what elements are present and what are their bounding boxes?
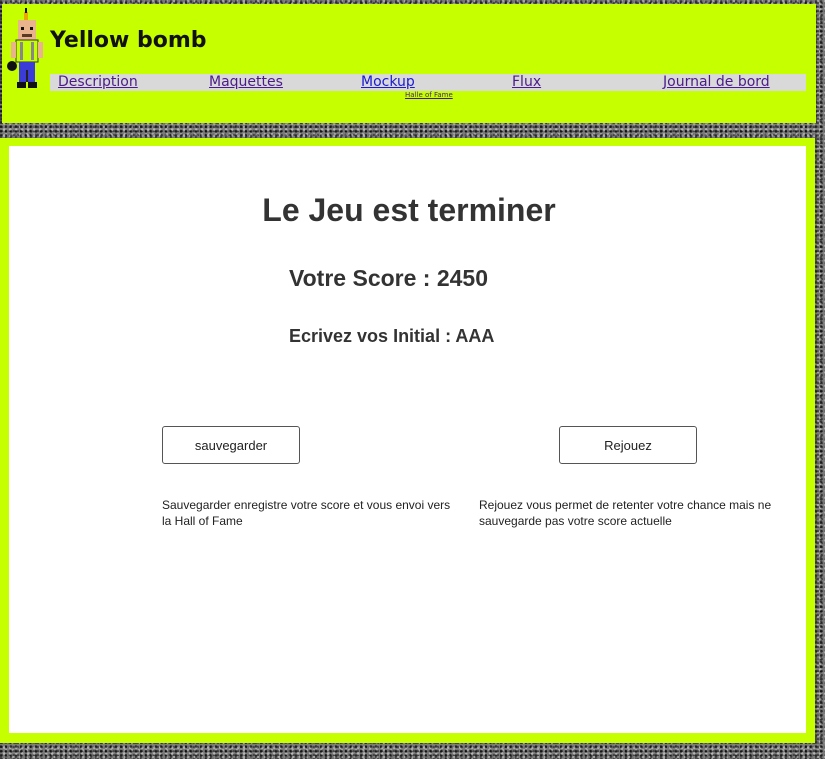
nav-link-flux[interactable]: Flux xyxy=(512,74,541,91)
site-title: Yellow bomb xyxy=(50,28,207,53)
game-over-content: Le Jeu est terminer Votre Score : 2450 E… xyxy=(9,146,806,733)
save-button[interactable]: sauvegarder xyxy=(162,426,300,464)
nav-link-maquettes[interactable]: Maquettes xyxy=(209,74,283,91)
score-text: Votre Score : 2450 xyxy=(289,265,489,291)
bomber-character-icon xyxy=(7,8,43,88)
game-over-title: Le Jeu est terminer xyxy=(262,192,556,228)
nav-link-journal-de-bord[interactable]: Journal de bord xyxy=(663,74,770,91)
nav-link-description[interactable]: Description xyxy=(58,74,138,91)
main-panel: Le Jeu est terminer Votre Score : 2450 E… xyxy=(0,138,815,743)
site-header: Yellow bomb Description Maquettes Mockup… xyxy=(2,4,816,123)
initials-text: Ecrivez vos Initial : AAA xyxy=(289,326,495,346)
main-nav: Description Maquettes Mockup Flux Journa… xyxy=(50,74,806,91)
nav-link-mockup[interactable]: Mockup xyxy=(361,74,415,91)
nav-sublink-hall-of-fame[interactable]: Halle of Fame xyxy=(405,91,453,99)
replay-description: Rejouez vous permet de retenter votre ch… xyxy=(479,498,772,528)
save-description: Sauvegarder enregistre votre score et vo… xyxy=(162,498,451,528)
replay-button[interactable]: Rejouez xyxy=(559,426,697,464)
